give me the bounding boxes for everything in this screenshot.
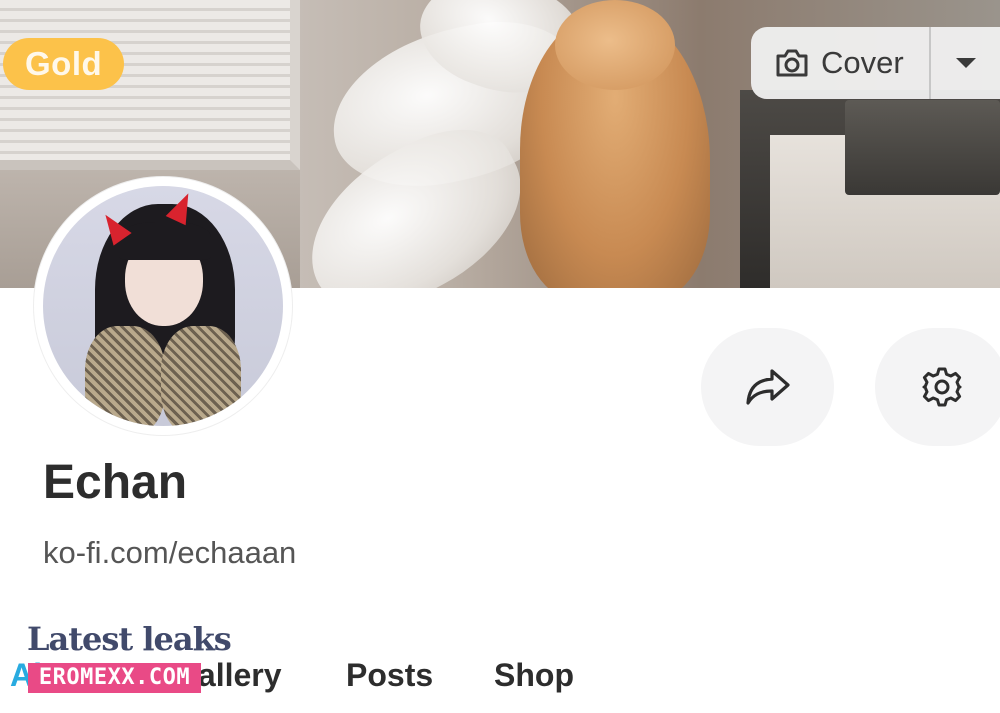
share-button[interactable] — [701, 328, 834, 446]
avatar-knee-left — [85, 326, 165, 426]
avatar-bangs — [119, 222, 211, 260]
watermark-title: Latest leaks — [27, 620, 232, 658]
avatar-knee-right — [161, 326, 241, 426]
settings-button[interactable] — [875, 328, 1000, 446]
camera-icon — [776, 49, 808, 77]
watermark-badge: EROMEXX.COM — [28, 663, 201, 693]
share-arrow-icon — [745, 369, 790, 405]
caret-down-icon — [955, 58, 976, 68]
cover-dropdown-button[interactable] — [931, 27, 1000, 99]
cat-head — [555, 0, 675, 90]
cover-button-label: Cover — [821, 45, 904, 80]
record-player — [845, 100, 1000, 195]
change-cover-button[interactable]: Cover — [751, 27, 929, 99]
profile-name: Echan — [43, 456, 188, 509]
tab-posts[interactable]: Posts — [346, 650, 433, 700]
tab-shop[interactable]: Shop — [494, 650, 574, 700]
avatar[interactable] — [43, 186, 283, 426]
profile-link[interactable]: ko-fi.com/echaaan — [43, 535, 296, 571]
gear-icon — [922, 367, 961, 407]
gold-badge: Gold — [3, 38, 125, 90]
cover-button[interactable]: Cover — [751, 27, 1000, 99]
